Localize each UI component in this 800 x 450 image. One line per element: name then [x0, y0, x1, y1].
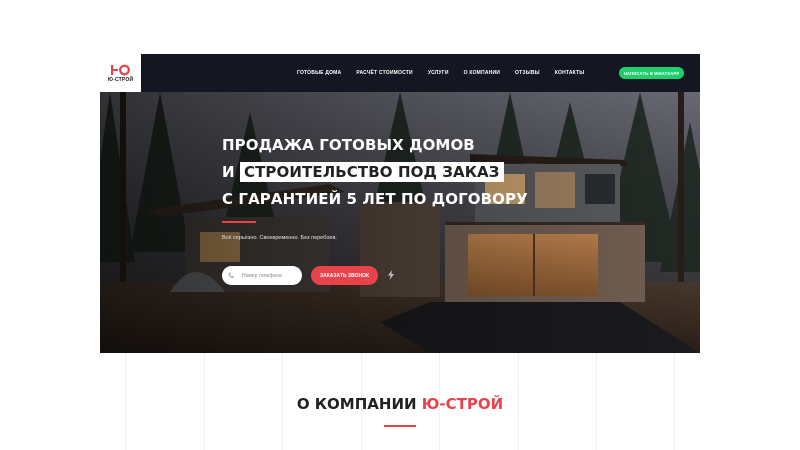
phone-icon [228, 272, 234, 278]
hero-title: ПРОДАЖА ГОТОВЫХ ДОМОВ И СТРОИТЕЛЬСТВО ПО… [222, 132, 528, 213]
bolt-icon [388, 270, 394, 280]
hero-title-line-2: И СТРОИТЕЛЬСТВО ПОД ЗАКАЗ [222, 159, 528, 186]
nav-item-cost-calculation[interactable]: Расчёт стоимости [356, 70, 412, 76]
nav-item-ready-houses[interactable]: Готовые дома [297, 70, 341, 76]
nav-item-contacts[interactable]: Контакты [555, 70, 585, 76]
about-title-prefix: О КОМПАНИИ [296, 395, 417, 413]
landing-page: Ю-СТРОЙ Готовые дома Расчёт стоимости Ус… [0, 0, 800, 450]
hero-title-prefix: И [222, 163, 235, 181]
nav-item-reviews[interactable]: Отзывы [515, 70, 540, 76]
logo-text: Ю-СТРОЙ [107, 76, 134, 83]
hero-accent-line [222, 221, 256, 223]
about-accent-line [384, 425, 416, 427]
whatsapp-button[interactable]: Написать в WhatsApp [619, 67, 684, 79]
site-header: Ю-СТРОЙ Готовые дома Расчёт стоимости Ус… [100, 54, 700, 92]
hero-title-line-1: ПРОДАЖА ГОТОВЫХ ДОМОВ [222, 136, 475, 154]
main-nav: Готовые дома Расчёт стоимости Услуги О к… [297, 54, 584, 92]
order-call-button[interactable]: Заказать звонок [311, 266, 378, 285]
hero-title-line-3: С ГАРАНТИЕЙ 5 ЛЕТ ПО ДОГОВОРУ [222, 190, 528, 208]
about-title: О КОМПАНИИ Ю-СТРОЙ [0, 395, 800, 413]
logo-mark-icon [110, 64, 130, 75]
nav-item-services[interactable]: Услуги [428, 70, 449, 76]
hero-subtitle: Всё серьёзно. Своевременно. Без перебоев… [222, 235, 337, 241]
about-title-brand: Ю-СТРОЙ [421, 395, 504, 413]
nav-item-about[interactable]: О компании [464, 70, 500, 76]
hero-title-highlight: СТРОИТЕЛЬСТВО ПОД ЗАКАЗ [239, 162, 504, 182]
phone-input[interactable] [222, 266, 302, 285]
logo[interactable]: Ю-СТРОЙ [100, 54, 141, 92]
hero-section: ПРОДАЖА ГОТОВЫХ ДОМОВ И СТРОИТЕЛЬСТВО ПО… [100, 92, 700, 353]
